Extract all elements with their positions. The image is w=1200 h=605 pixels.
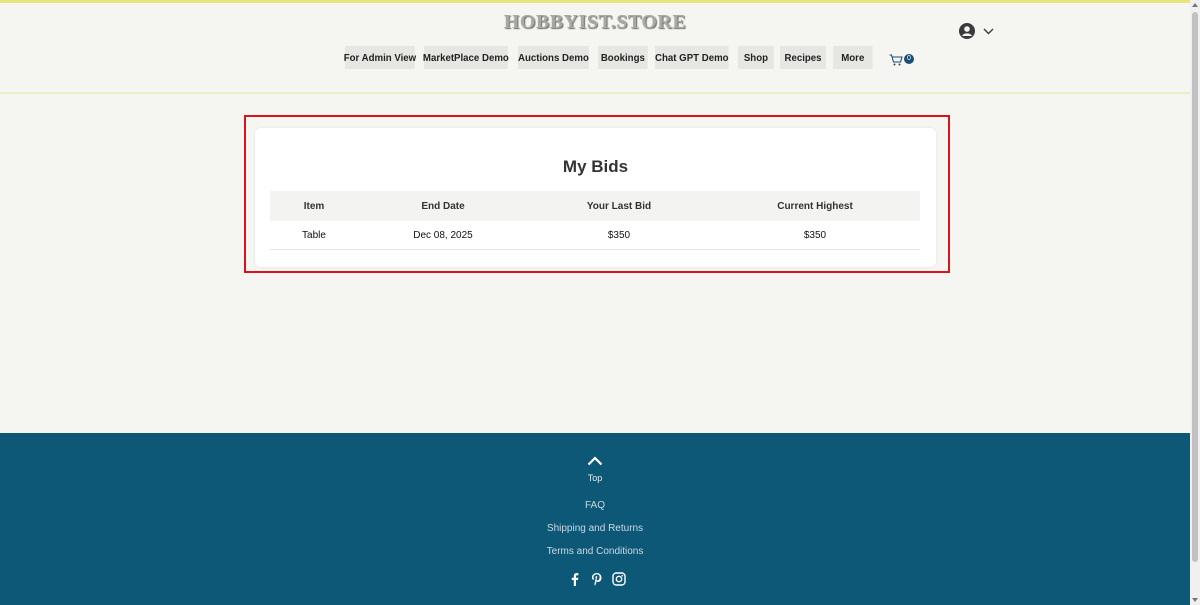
column-header-your-last-bid: Your Last Bid xyxy=(586,200,652,212)
pinterest-icon[interactable] xyxy=(590,572,604,586)
nav-item-more[interactable]: More xyxy=(833,46,873,69)
cell-current-highest: $350 xyxy=(803,229,827,241)
footer-link-shipping-returns[interactable]: Shipping and Returns xyxy=(0,523,1190,534)
chevron-up-icon xyxy=(587,456,603,466)
vertical-scrollbar[interactable] xyxy=(1190,0,1200,605)
bids-table: Item End Date Your Last Bid Current High… xyxy=(270,191,920,250)
nav-item-admin-view[interactable]: For Admin View xyxy=(344,46,416,69)
scrollbar-thumb[interactable] xyxy=(1192,12,1198,562)
my-bids-card: My Bids Item End Date Your Last Bid Curr… xyxy=(255,128,936,267)
scroll-up-arrow[interactable] xyxy=(1192,3,1198,7)
my-bids-title: My Bids xyxy=(562,157,629,176)
footer-link-faq[interactable]: FAQ xyxy=(0,500,1190,511)
user-avatar-icon xyxy=(959,23,975,39)
nav-item-shop[interactable]: Shop xyxy=(738,46,774,69)
chevron-down-icon xyxy=(983,28,994,34)
back-to-top-button[interactable]: Top xyxy=(580,453,610,483)
cell-your-last-bid: $350 xyxy=(607,229,631,241)
nav-item-bookings[interactable]: Bookings xyxy=(598,46,648,69)
cell-item: Table xyxy=(302,229,326,241)
column-header-end-date: End Date xyxy=(421,200,465,212)
table-row[interactable]: Table Dec 08, 2025 $350 $350 xyxy=(270,221,920,250)
site-footer: Top FAQ Shipping and Returns Terms and C… xyxy=(0,433,1190,605)
back-to-top-label: Top xyxy=(587,473,603,483)
social-links xyxy=(568,572,626,586)
footer-link-terms-conditions[interactable]: Terms and Conditions xyxy=(0,546,1190,557)
account-menu[interactable] xyxy=(959,22,995,40)
cell-end-date: Dec 08, 2025 xyxy=(413,229,473,241)
instagram-icon[interactable] xyxy=(612,572,626,586)
site-logo[interactable]: HOBBYIST.STORE xyxy=(0,11,1190,34)
cart-count-badge: 0 xyxy=(904,54,914,64)
nav-item-chat-gpt-demo[interactable]: Chat GPT Demo xyxy=(655,46,729,69)
scroll-down-arrow[interactable] xyxy=(1192,598,1198,602)
column-header-current-highest: Current Highest xyxy=(777,200,853,212)
nav-item-marketplace-demo[interactable]: MarketPlace Demo xyxy=(423,46,509,69)
nav-item-recipes[interactable]: Recipes xyxy=(780,46,826,69)
main-navigation: For Admin View MarketPlace Demo Auctions… xyxy=(344,46,876,69)
nav-item-auctions-demo[interactable]: Auctions Demo xyxy=(518,46,589,69)
column-header-item: Item xyxy=(303,200,325,212)
facebook-icon[interactable] xyxy=(568,572,582,586)
cart-icon xyxy=(889,54,903,66)
cart-button[interactable]: 0 xyxy=(889,52,915,70)
table-header-row: Item End Date Your Last Bid Current High… xyxy=(270,191,920,221)
